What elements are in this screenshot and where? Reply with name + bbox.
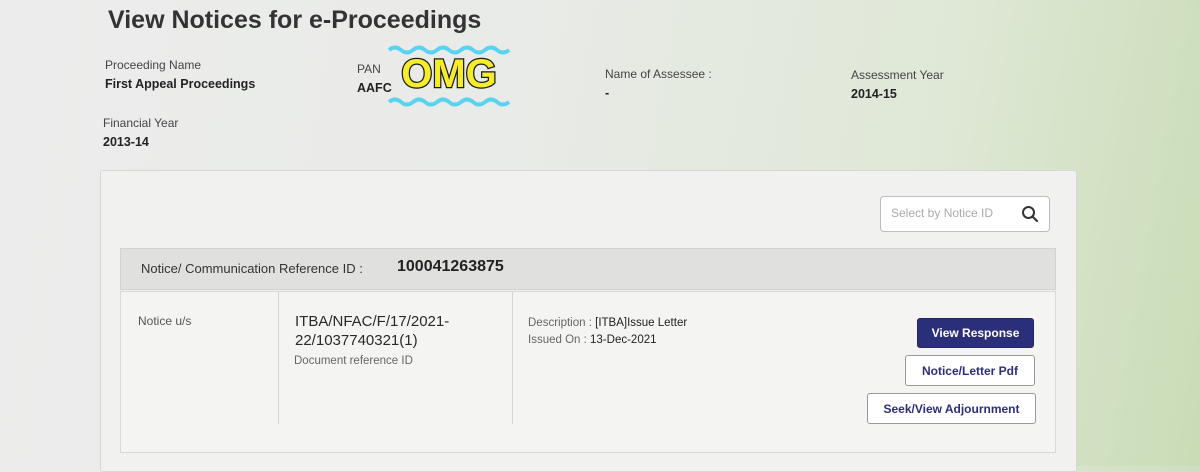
seek-view-adjournment-button[interactable]: Seek/View Adjournment bbox=[867, 393, 1036, 424]
reference-id-header: Notice/ Communication Reference ID : 100… bbox=[120, 248, 1056, 290]
assessee-label: Name of Assessee : bbox=[605, 67, 712, 81]
omg-sticker-text: OMG bbox=[401, 52, 497, 96]
notice-search[interactable] bbox=[880, 196, 1050, 232]
notice-letter-pdf-button[interactable]: Notice/Letter Pdf bbox=[905, 355, 1035, 386]
document-reference-caption: Document reference ID bbox=[294, 355, 413, 367]
financial-year-value: 2013-14 bbox=[103, 135, 149, 149]
assessment-year-value: 2014-15 bbox=[851, 87, 897, 101]
assessment-year-label: Assessment Year bbox=[851, 68, 944, 82]
issued-on-label: Issued On : bbox=[528, 334, 587, 346]
notice-section-label: Notice u/s bbox=[138, 314, 192, 328]
document-reference-id: ITBA/NFAC/F/17/2021- 22/1037740321(1) bbox=[295, 312, 449, 350]
assessee-value: - bbox=[605, 86, 610, 100]
search-icon[interactable] bbox=[1021, 205, 1039, 223]
issued-on-value: 13-Dec-2021 bbox=[590, 334, 657, 346]
financial-year-label: Financial Year bbox=[103, 116, 179, 130]
omg-sticker: OMG bbox=[387, 45, 511, 107]
reference-id-value: 100041263875 bbox=[397, 258, 504, 275]
proceeding-name-value: First Appeal Proceedings bbox=[105, 77, 256, 91]
description-row: Description : [ITBA]Issue Letter bbox=[528, 317, 687, 329]
column-divider bbox=[278, 292, 279, 424]
reference-id-label: Notice/ Communication Reference ID : bbox=[141, 261, 363, 276]
document-id-line-2: 22/1037740321(1) bbox=[295, 332, 418, 349]
financial-year-field: Financial Year 2013-14 bbox=[103, 116, 178, 149]
proceeding-name-field: Proceeding Name First Appeal Proceedings bbox=[105, 58, 255, 91]
document-id-line-1: ITBA/NFAC/F/17/2021- bbox=[295, 313, 450, 330]
notice-id-search-input[interactable] bbox=[889, 205, 1018, 221]
assessee-field: Name of Assessee : - bbox=[605, 67, 712, 100]
assessment-year-field: Assessment Year 2014-15 bbox=[851, 68, 944, 101]
view-response-button[interactable]: View Response bbox=[917, 318, 1034, 348]
proceeding-name-label: Proceeding Name bbox=[105, 58, 202, 72]
description-value: [ITBA]Issue Letter bbox=[595, 317, 688, 329]
column-divider bbox=[512, 292, 513, 424]
description-label: Description : bbox=[528, 317, 592, 329]
issued-on-row: Issued On : 13-Dec-2021 bbox=[528, 334, 657, 346]
page-title: View Notices for e-Proceedings bbox=[108, 6, 482, 34]
